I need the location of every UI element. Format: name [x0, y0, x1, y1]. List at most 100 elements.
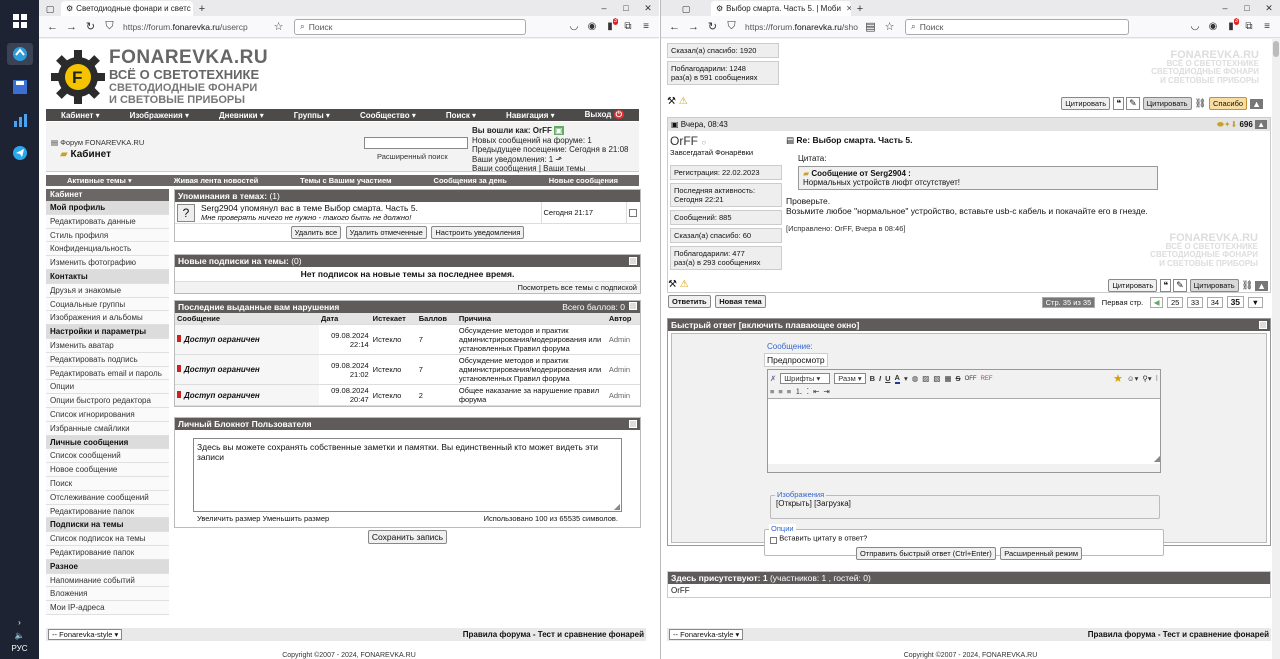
present-user[interactable]: OrFF — [668, 584, 1270, 597]
size-select[interactable]: Разм ▾ — [834, 373, 866, 384]
multiquote-icon[interactable]: ❝ — [1160, 279, 1172, 292]
page-link-34[interactable]: 34 — [1206, 296, 1224, 308]
menu-community[interactable]: Сообщество ▾ — [360, 111, 416, 120]
reply-button[interactable]: Ответить — [668, 295, 711, 308]
multiquote-icon[interactable]: ❝ — [1113, 97, 1125, 110]
edit-icon[interactable]: ✎ — [1173, 279, 1187, 292]
quote-checkbox-label[interactable]: Вставить цитату в ответ? — [779, 534, 867, 543]
maximize-icon[interactable]: □ — [615, 0, 637, 16]
extensions-icon[interactable]: ⧉ — [1240, 18, 1258, 36]
offtopic-icon[interactable]: OFF — [965, 376, 977, 382]
app-icon-floppy[interactable] — [7, 76, 33, 98]
warning-author[interactable]: Admin — [606, 354, 640, 385]
sidebar-item[interactable]: Напоминание событий — [46, 573, 169, 588]
menu-diaries[interactable]: Дневники ▾ — [219, 111, 264, 120]
my-topics-link[interactable]: Ваши темы — [543, 164, 585, 173]
outdent-icon[interactable]: ⇤ — [813, 387, 819, 396]
minimize-icon[interactable]: – — [1214, 0, 1236, 16]
quote-checkbox[interactable] — [770, 537, 777, 544]
smiley-icon[interactable]: ☺▾ — [1127, 374, 1138, 383]
tab-active[interactable]: ⚙ Светодиодные фонари и светс ✕ — [61, 1, 193, 16]
scrollbar[interactable] — [1272, 39, 1280, 659]
sidebar-item[interactable]: Друзья и знакомые — [46, 283, 169, 298]
tab-list-icon[interactable]: ▢ — [39, 2, 61, 16]
reload-icon[interactable]: ↻ — [703, 18, 722, 36]
search-input[interactable]: ⌕ Поиск — [905, 18, 1129, 35]
sidebar-item[interactable]: Редактирование папок — [46, 504, 169, 519]
pocket-icon[interactable]: ◡ — [1186, 18, 1204, 36]
shrink-link[interactable]: Уменьшить размер — [263, 514, 330, 523]
image-icon[interactable]: ▨ — [922, 374, 929, 383]
quick-reply-title[interactable]: Быстрый ответ [включить плавающее окно] — [671, 319, 859, 331]
pocket-icon[interactable]: ◡ — [565, 18, 583, 36]
app-icon-chart[interactable] — [7, 109, 33, 131]
volume-icon[interactable]: 🔈 — [0, 631, 39, 640]
menu-images[interactable]: Изображения ▾ — [130, 111, 189, 120]
mention-title[interactable]: Serg2904 упомянул вас в теме Выбор смарт… — [201, 203, 539, 213]
edit-icon[interactable]: ✎ — [1126, 97, 1140, 110]
quote-author[interactable]: Сообщение от Serg2904 : — [811, 169, 910, 178]
remove-format-icon[interactable]: ✗ — [770, 374, 776, 383]
link-icon[interactable]: ◍ — [912, 374, 919, 383]
resize-handle-icon[interactable]: ◢ — [1154, 454, 1160, 463]
page-link-25[interactable]: 25 — [1167, 296, 1184, 308]
images-links[interactable]: [Открыть] [Загрузка] — [776, 499, 851, 508]
sidebar-item[interactable]: Изменить фотографию — [46, 256, 169, 270]
app-icon-telegram[interactable] — [7, 142, 33, 164]
indent-icon[interactable]: ⇥ — [823, 387, 829, 396]
extension-badge-icon[interactable]: ▮ 3 — [601, 17, 619, 36]
bookmark-star-icon[interactable]: ☆ — [880, 18, 899, 36]
notepad-textarea[interactable]: Здесь вы можете сохранять собственные за… — [193, 438, 622, 512]
sidebar-item[interactable]: Опции — [46, 380, 169, 395]
sidebar-section-header[interactable]: Мой профиль — [46, 201, 169, 215]
menu-navigation[interactable]: Навигация ▾ — [506, 111, 555, 120]
bookmark-star-icon[interactable]: ☆ — [269, 18, 288, 36]
collapse-icon[interactable] — [1259, 321, 1267, 329]
save-note-button[interactable]: Сохранить запись — [367, 530, 448, 544]
sidebar-item[interactable]: Мои IP-адреса — [46, 601, 169, 615]
warning-message[interactable]: Доступ ограничен — [184, 335, 260, 344]
sidebar-item[interactable]: Список сообщений — [46, 449, 169, 464]
forum-search-input[interactable] — [364, 137, 468, 149]
prev-page-icon[interactable]: ◀ — [1149, 296, 1164, 308]
more-icon[interactable]: ⁝ — [1156, 374, 1158, 383]
notifications-link[interactable]: Ваши уведомления: 1 — [472, 155, 553, 164]
warning-author[interactable]: Admin — [606, 384, 640, 406]
menu-search[interactable]: Поиск ▾ — [446, 111, 476, 120]
send-quick-reply-button[interactable]: Отправить быстрый ответ (Ctrl+Enter) — [855, 547, 996, 560]
post-number[interactable]: 696 — [1239, 120, 1252, 129]
menu-groups[interactable]: Группы ▾ — [294, 111, 330, 120]
back-icon[interactable]: ← — [43, 18, 62, 36]
page-link-33[interactable]: 33 — [1186, 296, 1204, 308]
subnav-today-posts[interactable]: Сообщения за день — [434, 176, 507, 185]
sidebar-item[interactable]: Поиск — [46, 476, 169, 491]
breadcrumb[interactable]: ▤ Форум FONAREVKA.RU — [51, 138, 144, 147]
style-select[interactable]: -- Fonarevka-style ▾ — [48, 629, 123, 640]
maximize-icon[interactable]: □ — [1236, 0, 1258, 16]
close-window-icon[interactable]: ✕ — [637, 0, 659, 16]
new-posts-count[interactable]: Новых сообщений на форуме: 1 — [472, 136, 629, 146]
shield-icon[interactable]: ⛉ — [100, 18, 119, 36]
cite-button[interactable]: Цитировать — [1142, 97, 1192, 110]
account-icon[interactable]: ◉ — [583, 18, 601, 36]
bold-icon[interactable]: B — [870, 374, 875, 383]
delete-all-button[interactable]: Удалить все — [290, 226, 342, 239]
sidebar-section-header[interactable]: Личные сообщения — [46, 435, 169, 450]
align-right-icon[interactable]: ≡ — [787, 387, 791, 396]
sidebar-item[interactable]: Редактирование папок — [46, 545, 169, 560]
address-bar[interactable]: https://forum. fonarevka.ru/sho — [741, 19, 861, 35]
tab-list-icon[interactable]: ▢ — [661, 2, 711, 16]
cite-button[interactable]: Цитировать — [1189, 279, 1239, 292]
ref-icon[interactable]: REF — [981, 376, 993, 382]
forward-icon[interactable]: → — [684, 18, 703, 36]
sidebar-item[interactable]: Вложения — [46, 587, 169, 602]
forward-icon[interactable]: → — [62, 18, 81, 36]
quote-button[interactable]: Цитировать — [1108, 279, 1158, 292]
sidebar-section-header[interactable]: Контакты — [46, 269, 169, 284]
reload-icon[interactable]: ↻ — [81, 18, 100, 36]
collapse-icon[interactable] — [629, 420, 637, 428]
close-window-icon[interactable]: ✕ — [1258, 0, 1280, 16]
code-icon[interactable]: ▦ — [944, 374, 951, 383]
sidebar-item[interactable]: Список подписок на темы — [46, 532, 169, 546]
warning-message[interactable]: Доступ ограничен — [184, 391, 260, 400]
